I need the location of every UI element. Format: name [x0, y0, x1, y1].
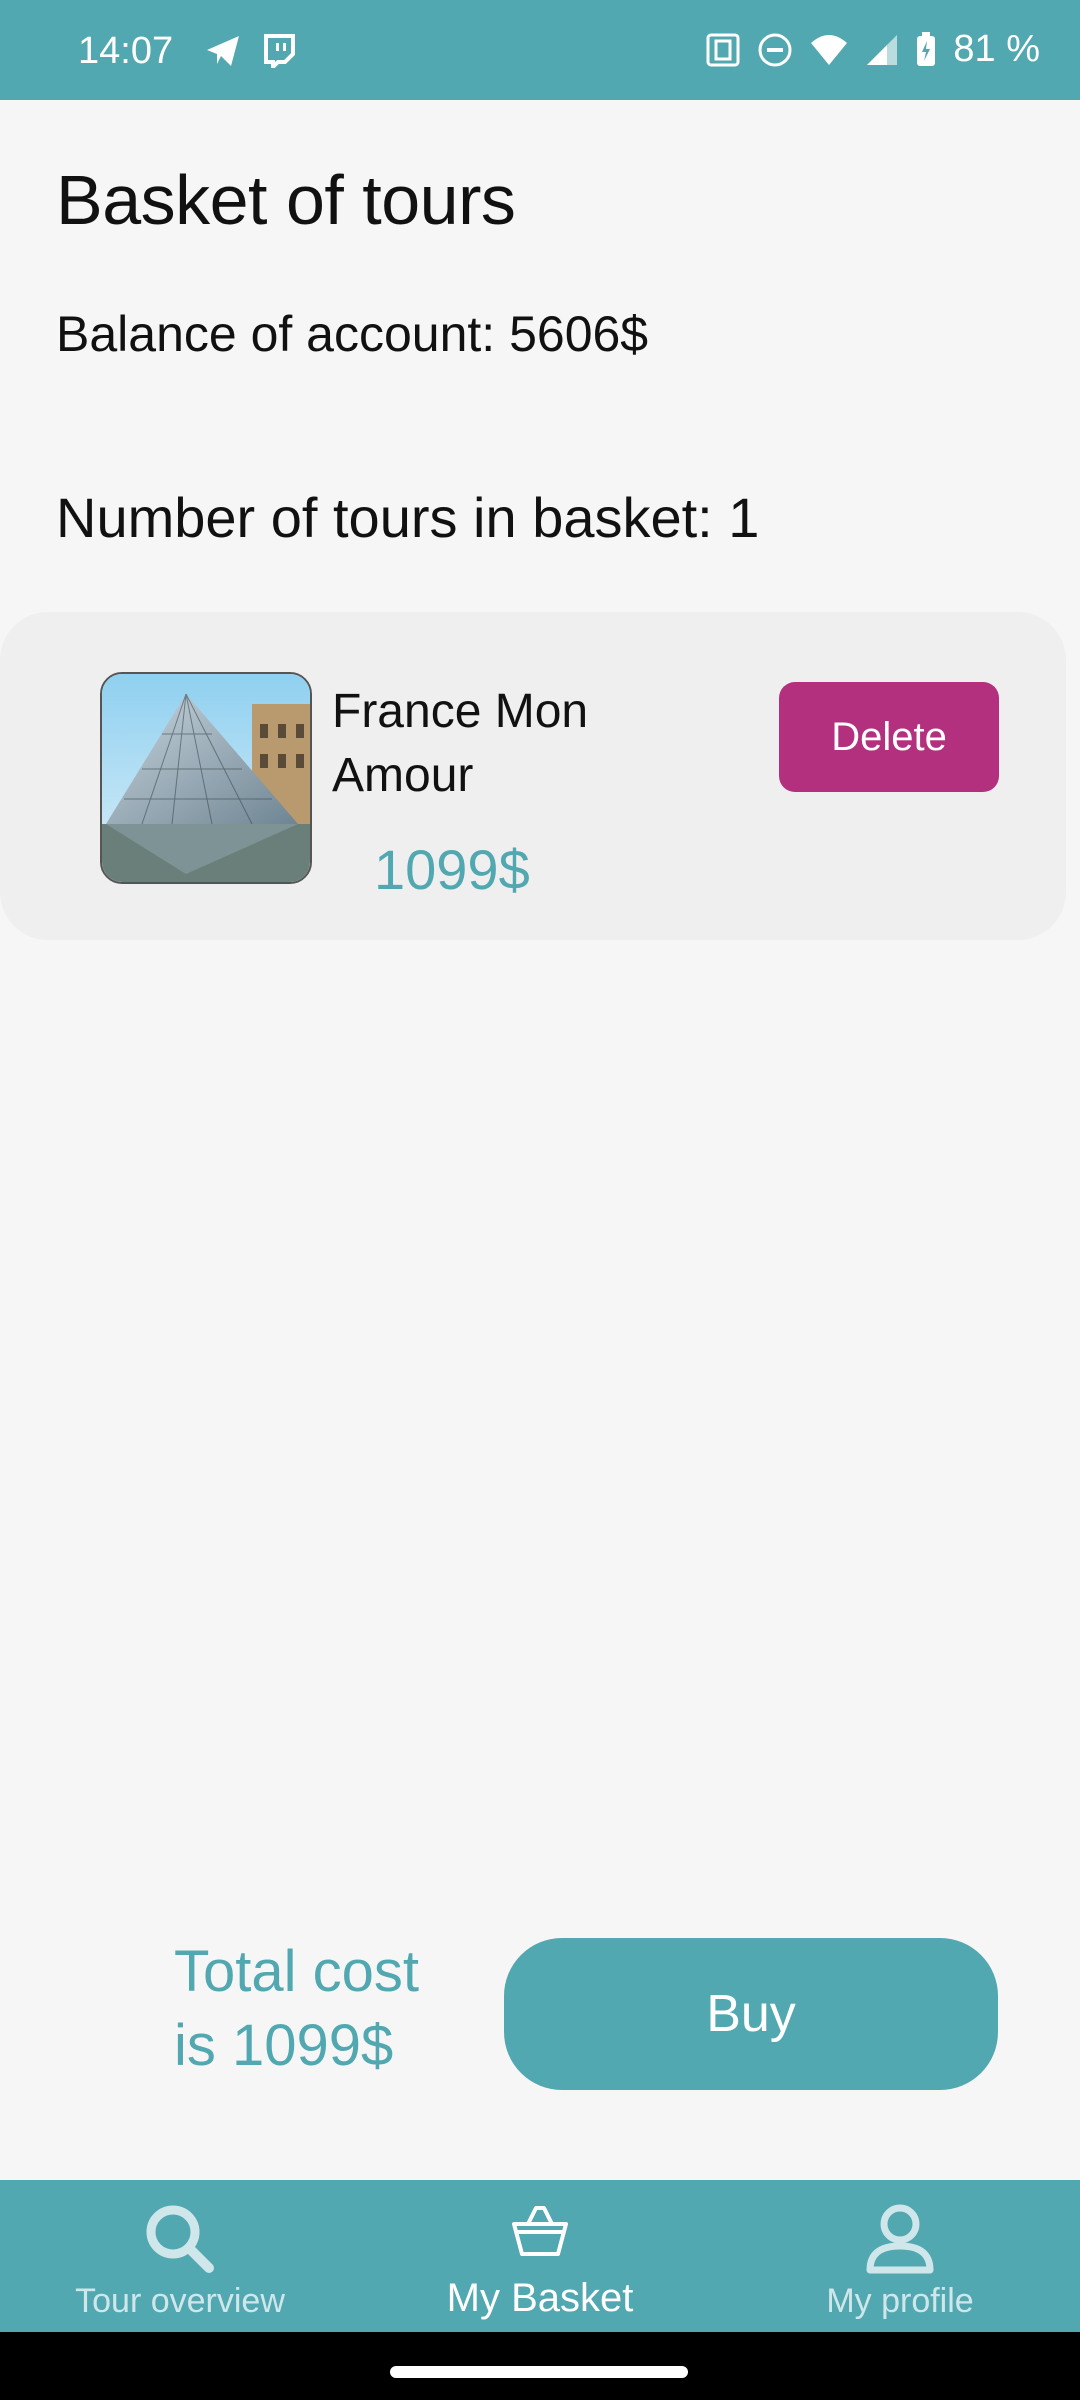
signal-icon: [865, 33, 899, 67]
basket-icon: [510, 2202, 570, 2263]
tours-count: Number of tours in basket: 1: [56, 486, 760, 549]
tour-name: France Mon Amour: [332, 685, 589, 802]
nav-my-basket[interactable]: My Basket: [360, 2180, 720, 2332]
tour-price: 1099$: [374, 838, 530, 901]
nfc-icon: [705, 32, 741, 68]
battery-percent: 81 %: [953, 28, 1040, 70]
search-icon: [143, 2202, 217, 2279]
wifi-icon: [809, 33, 849, 67]
nav-label: My profile: [826, 2282, 974, 2320]
person-icon: [865, 2202, 935, 2279]
status-time: 14:07: [78, 30, 174, 72]
account-balance: Balance of account: 5606$: [56, 306, 649, 362]
battery-icon: [915, 31, 937, 68]
telegram-icon: [205, 34, 241, 68]
bottom-navigation: Tour overview My Basket My profile: [0, 2180, 1080, 2332]
total-cost: Total cost is 1099$: [174, 1939, 419, 2078]
page-title: Basket of tours: [56, 161, 516, 239]
home-gesture-handle[interactable]: [390, 2366, 688, 2378]
do-not-disturb-icon: [757, 32, 793, 68]
basket-item-card: France Mon Amour 1099$ Delete: [0, 612, 1066, 940]
nav-my-profile[interactable]: My profile: [720, 2180, 1080, 2332]
gesture-bar: [0, 2332, 1080, 2400]
twitch-icon: [263, 34, 295, 68]
tour-image: [100, 672, 312, 884]
delete-button[interactable]: Delete: [779, 682, 999, 792]
status-bar: 14:07 81 %: [0, 0, 1080, 100]
buy-button[interactable]: Buy: [504, 1938, 998, 2090]
nav-label: Tour overview: [75, 2282, 285, 2320]
nav-label: My Basket: [446, 2276, 634, 2320]
nav-tour-overview[interactable]: Tour overview: [0, 2180, 360, 2332]
